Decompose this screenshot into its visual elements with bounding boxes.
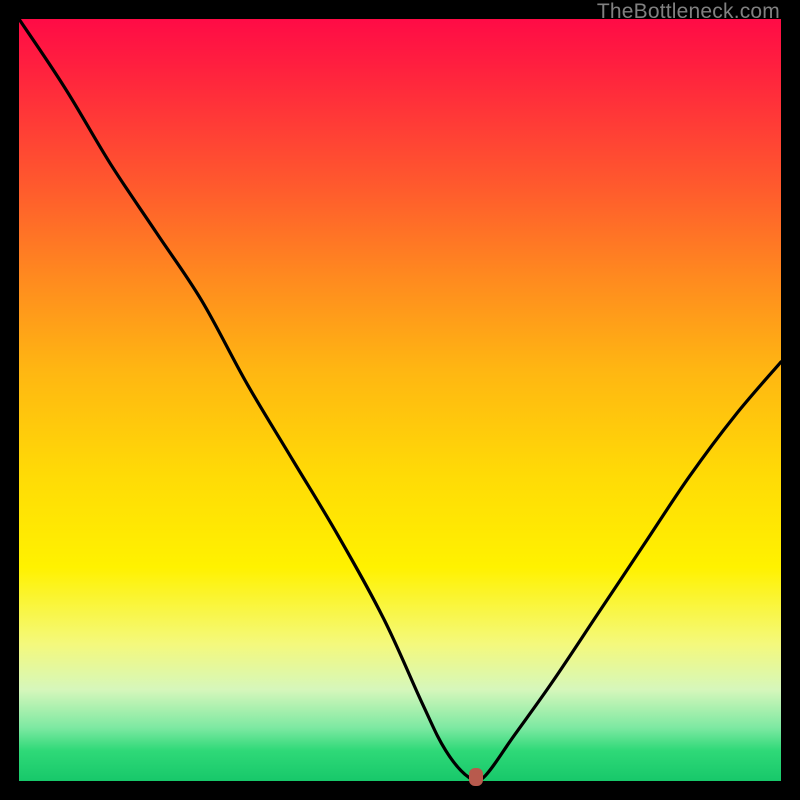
watermark-text: TheBottleneck.com (597, 0, 780, 24)
minimum-marker (469, 768, 483, 786)
curve-path (19, 19, 781, 781)
bottleneck-curve (19, 19, 781, 781)
plot-area (19, 19, 781, 781)
chart-frame: TheBottleneck.com (0, 0, 800, 800)
